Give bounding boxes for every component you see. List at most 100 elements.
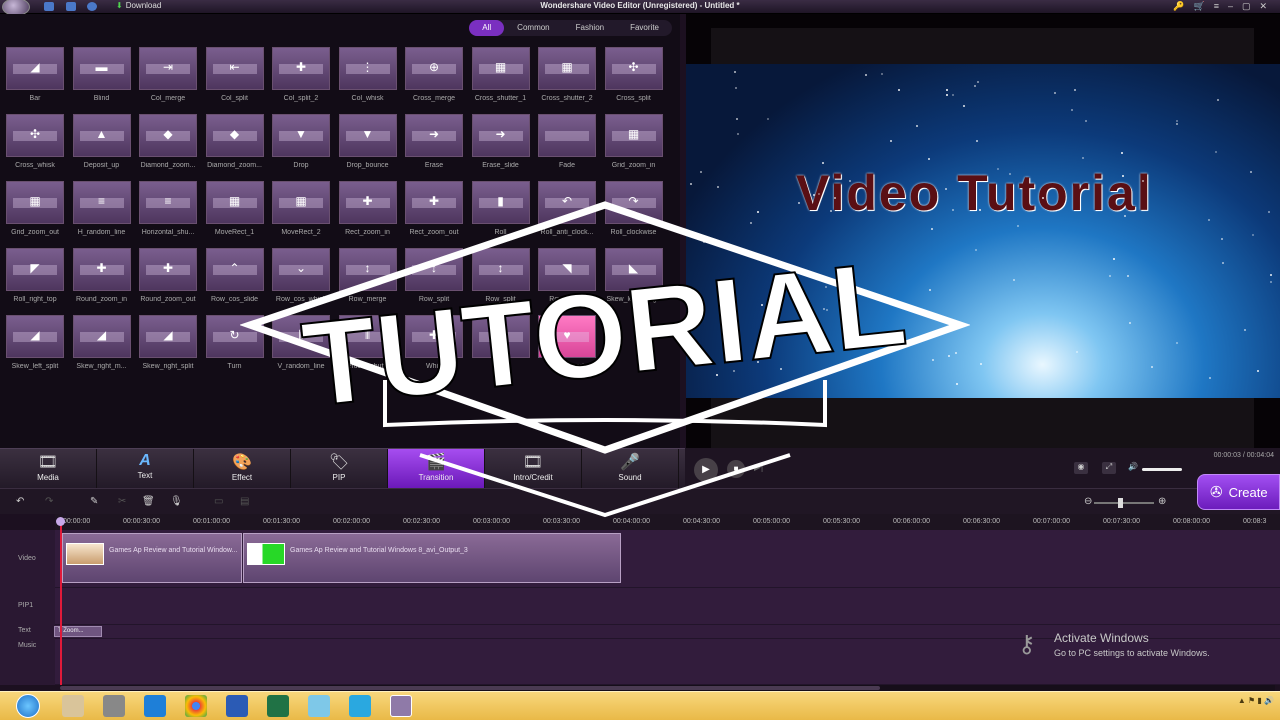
- transition-tile[interactable]: ▲ Deposit_up: [72, 114, 131, 169]
- transition-tile[interactable]: ▼ Drop_bounce: [338, 114, 397, 169]
- transition-tile[interactable]: ✚ Whirl: [405, 315, 463, 370]
- music-track[interactable]: [55, 639, 1280, 685]
- fullscreen-icon[interactable]: ⤢: [1102, 462, 1116, 474]
- app-icon[interactable]: [308, 695, 330, 717]
- scroll-thumb[interactable]: [60, 686, 880, 690]
- transition-tile[interactable]: ✚ Rect_zoom_out: [405, 181, 463, 236]
- tool-media[interactable]: 🎞 Media: [0, 449, 97, 489]
- transition-tile[interactable]: ▦ MoveRect_1: [205, 181, 264, 236]
- zoom-out-icon[interactable]: ⊖: [1084, 496, 1092, 507]
- tab-fashion[interactable]: Fashion: [563, 20, 617, 36]
- pip-track[interactable]: [55, 588, 1280, 625]
- undo-icon[interactable]: ↶: [16, 496, 24, 507]
- transition-tile[interactable]: ◢ Bar: [6, 47, 64, 102]
- transition-tile[interactable]: ◣ Skew_left_merge: [604, 248, 663, 303]
- transition-tile[interactable]: ◆ Diamond_zoom...: [205, 114, 264, 169]
- redo-icon[interactable]: ↷: [45, 496, 53, 507]
- tool-text[interactable]: A Text: [97, 449, 194, 489]
- video-clip[interactable]: Games Ap Review and Tutorial Windows 8_a…: [243, 533, 621, 583]
- transition-tile[interactable]: ➜ Wind: [471, 315, 530, 370]
- transition-tile[interactable]: ↻ Turn: [205, 315, 264, 370]
- transition-tile[interactable]: ≡ Horizontal_shu...: [139, 181, 197, 236]
- transition-tile[interactable]: ↕ Row_split: [405, 248, 463, 303]
- skype-icon[interactable]: [144, 695, 166, 717]
- create-button[interactable]: ✇ Create: [1197, 474, 1280, 510]
- transition-tile[interactable]: ➜ Erase_slide: [471, 114, 530, 169]
- tool-pip[interactable]: 🏷 PIP: [291, 449, 388, 489]
- timeline-zoom-slider[interactable]: [1094, 502, 1154, 504]
- transition-tile[interactable]: ⌄ Row_cos_whisk: [272, 248, 330, 303]
- tool-transition[interactable]: 🎬 Transition: [388, 449, 485, 489]
- tab-common[interactable]: Common: [504, 20, 562, 36]
- system-tray[interactable]: ▲ ⚑ ▮ 🔊: [1238, 696, 1274, 705]
- transition-tile[interactable]: ▦ Cross_shutter_1: [471, 47, 530, 102]
- transition-tile[interactable]: ⇥ Col_merge: [139, 47, 197, 102]
- transition-tile[interactable]: ◢ Skew_right_m...: [72, 315, 131, 370]
- stop-button[interactable]: ■: [727, 460, 745, 478]
- transition-tile[interactable]: ✣ Cross_split: [604, 47, 663, 102]
- transition-tile[interactable]: ⋮ Col_whisk: [338, 47, 397, 102]
- window-controls[interactable]: 🔑🛒≡–▢✕: [1173, 1, 1276, 12]
- edit-icon[interactable]: ✎: [90, 496, 98, 507]
- vpn-icon[interactable]: [349, 695, 371, 717]
- transition-tile[interactable]: ♥ HeartHeart: [538, 315, 596, 370]
- transition-tile[interactable]: ✚ Round_zoom_in: [72, 248, 131, 303]
- transition-tile[interactable]: ◢ Skew_left_split: [6, 315, 64, 370]
- timeline-zoom-knob[interactable]: [1118, 498, 1123, 508]
- transition-tile[interactable]: ✚ Rect_zoom_in: [338, 181, 397, 236]
- timeline-ruler[interactable]: 00:00:00 00:00:30:00 00:01:00:00 00:01:30:0…: [55, 514, 1280, 530]
- next-frame-button[interactable]: ▶|: [754, 462, 763, 473]
- transition-tile[interactable]: ↶ Roll_anti_clock...: [538, 181, 596, 236]
- transition-tile[interactable]: ➜ Erase: [405, 114, 463, 169]
- snapshot-icon[interactable]: ◉: [1074, 462, 1088, 474]
- transition-tile[interactable]: ⊕ Cross_merge: [405, 47, 463, 102]
- transition-tile[interactable]: ↷ Roll_clockwise: [604, 181, 663, 236]
- transition-tile[interactable]: ✚ Round_zoom_out: [139, 248, 197, 303]
- delete-icon[interactable]: 🗑: [142, 496, 155, 507]
- media-player-icon[interactable]: [103, 695, 125, 717]
- excel-icon[interactable]: [267, 695, 289, 717]
- transition-tile[interactable]: ◥ Row_whisk: [538, 248, 596, 303]
- transition-tile[interactable]: ▮ Roll: [471, 181, 530, 236]
- transition-tile[interactable]: ◢ Skew_right_split: [139, 315, 197, 370]
- transition-tile[interactable]: ✚ Col_split_2: [272, 47, 330, 102]
- transition-tile[interactable]: ↕ Row_merge: [338, 248, 397, 303]
- volume-icon[interactable]: 🔊: [1126, 462, 1140, 474]
- start-button[interactable]: [16, 694, 40, 718]
- transition-tile[interactable]: ≡ H_random_line: [72, 181, 131, 236]
- video-editor-taskbar-icon[interactable]: [390, 695, 412, 717]
- play-button[interactable]: ▶: [694, 458, 718, 482]
- detach-icon[interactable]: ▤: [240, 496, 249, 507]
- file-explorer-icon[interactable]: [62, 695, 84, 717]
- transition-tile[interactable]: ▦ Cross_shutter_2: [538, 47, 596, 102]
- word-icon[interactable]: [226, 695, 248, 717]
- playhead-handle[interactable]: [56, 517, 65, 526]
- preview-frame[interactable]: Video Tutorial: [686, 64, 1280, 398]
- transition-tile[interactable]: ◆ Diamond_zoom...: [139, 114, 197, 169]
- tool-effect[interactable]: 🎨 Effect: [194, 449, 291, 489]
- tab-favorite[interactable]: Favorite: [617, 20, 672, 36]
- transition-tile[interactable]: ✣ Cross_whisk: [6, 114, 64, 169]
- transition-tile[interactable]: ⌃ Row_cos_slide: [205, 248, 264, 303]
- volume-slider[interactable]: [1142, 468, 1182, 471]
- transition-tile[interactable]: ▦ Grid_zoom_in: [604, 114, 663, 169]
- transition-tile[interactable]: ⦀ V_random_line: [272, 315, 330, 370]
- transition-tile[interactable]: ▬ Blind: [72, 47, 131, 102]
- transition-tile[interactable]: ◤ Roll_right_top: [6, 248, 64, 303]
- transition-tile[interactable]: ⇤ Col_split: [205, 47, 264, 102]
- video-clip[interactable]: Games Ap Review and Tutorial Window...: [62, 533, 242, 583]
- tool-intro-credit[interactable]: 🎞 Intro/Credit: [485, 449, 582, 489]
- chrome-icon[interactable]: [185, 695, 207, 717]
- cut-icon[interactable]: ✂: [118, 496, 126, 507]
- crop-icon[interactable]: ▭: [214, 496, 223, 507]
- transition-tile[interactable]: ⦀ Vertical_shutter: [338, 315, 397, 370]
- playhead[interactable]: [60, 520, 62, 685]
- transition-tile[interactable]: Fade: [538, 114, 596, 169]
- zoom-in-icon[interactable]: ⊕: [1158, 496, 1166, 507]
- transition-tile[interactable]: ▼ Drop: [272, 114, 330, 169]
- tab-all[interactable]: All: [469, 20, 505, 36]
- tool-sound[interactable]: 🎤 Sound: [582, 449, 679, 489]
- transition-tile[interactable]: ▦ Grid_zoom_out: [6, 181, 64, 236]
- transition-tile[interactable]: ↕ Row_split: [471, 248, 530, 303]
- record-voice-icon[interactable]: 🎙: [170, 496, 183, 507]
